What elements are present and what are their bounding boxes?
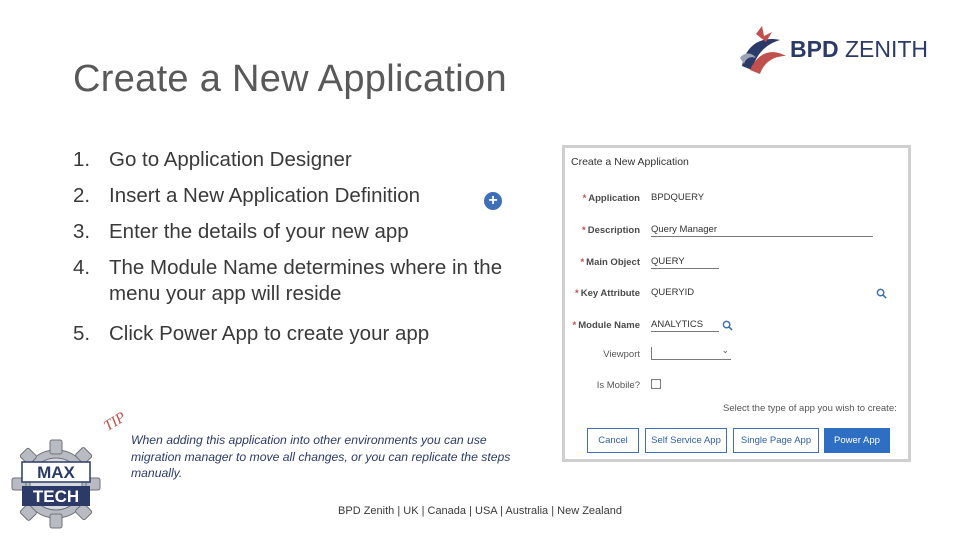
svg-text:TECH: TECH [33,487,79,506]
cancel-button[interactable]: Cancel [587,428,639,453]
steps-list: 1. Go to Application Designer 2. Insert a … [73,147,543,357]
key-attribute-field[interactable]: QUERYID [651,287,771,299]
svg-text:MAX: MAX [37,463,75,482]
step-item: 2. Insert a New Application Definition [73,184,421,207]
tip-text: When adding this application into other … [131,433,511,480]
tip-label: TIP [101,409,129,435]
main-object-field[interactable]: QUERY [651,256,719,269]
logo-wordmark: BPD ZENITH [790,36,929,62]
module-name-search-icon[interactable] [722,320,733,331]
module-name-field[interactable]: ANALYTICS [651,319,719,332]
viewport-label: Viewport [603,349,640,360]
description-field[interactable]: Query Manager [651,224,873,237]
bpd-zenith-logo: BPD ZENITH [736,22,936,78]
single-page-app-button[interactable]: Single Page App [733,428,819,453]
create-application-dialog: Create a New Application * Application BP… [562,145,911,462]
step-item: 3. Enter the details of your new app [73,220,409,243]
self-service-app-button[interactable]: Self Service App [645,428,727,453]
main-object-label: * Main Object [580,257,640,268]
step-item: 5. Click Power App to create your app [73,322,430,345]
step-item: 4. The Module Name determines where in th… [73,256,503,305]
is-mobile-checkbox[interactable] [651,379,661,389]
chevron-down-icon: ⌄ [721,345,729,355]
application-field[interactable]: BPDQUERY [651,192,771,204]
is-mobile-label: Is Mobile? [596,380,640,391]
key-attribute-search-icon[interactable] [876,288,887,299]
description-label: * Description [582,225,640,236]
module-name-label: * Module Name [572,320,640,331]
application-label: * Application [582,193,640,204]
app-type-hint: Select the type of app you wish to creat… [723,403,897,414]
dialog-title: Create a New Application [571,156,689,168]
maxtech-gear-logo: MAX TECH [11,439,101,529]
key-attribute-label: * Key Attribute [575,288,640,299]
power-app-button[interactable]: Power App [824,428,890,453]
bpd-zenith-emblem-icon [740,26,786,74]
slide-title: Create a New Application [73,58,507,100]
plus-circle-icon: + [484,192,502,210]
step-item: 1. Go to Application Designer [73,148,352,171]
viewport-select[interactable]: ⌄ [651,345,731,360]
slide-footer: BPD Zenith | UK | Canada | USA | Austral… [338,505,622,517]
